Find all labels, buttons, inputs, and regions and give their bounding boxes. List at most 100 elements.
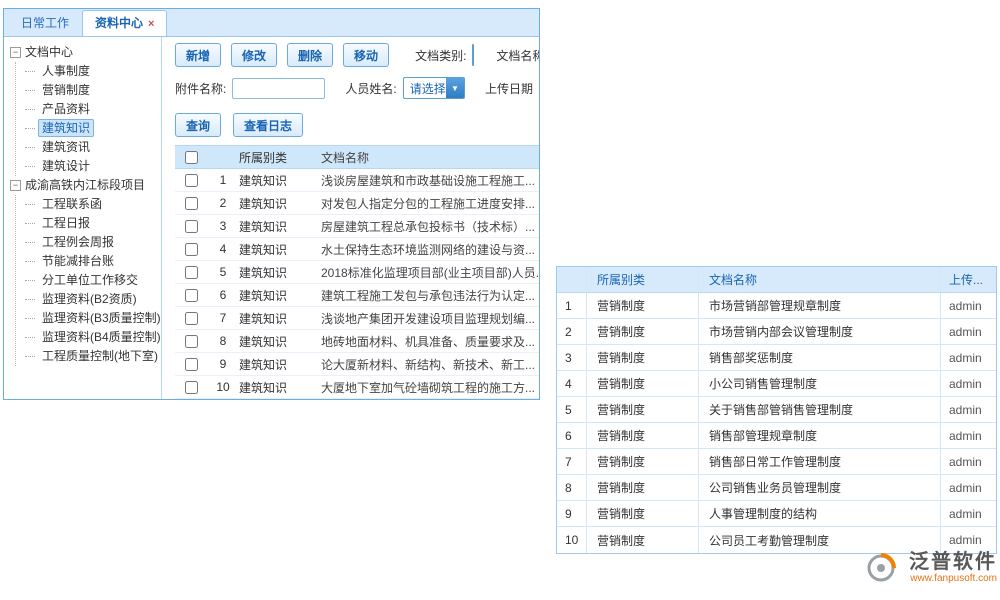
row-uploader: admin [941, 345, 996, 370]
table-row[interactable]: 10 建筑知识 大厦地下室加气砼墙砌筑工程的施工方... [175, 376, 539, 399]
row-checkbox[interactable] [185, 312, 198, 325]
attachment-name-input[interactable] [232, 78, 325, 99]
table-row[interactable]: 2 建筑知识 对发包人指定分包的工程施工进度安排... [175, 192, 539, 215]
row-doc-name[interactable]: 2018标准化监理项目部(业主项目部)人员... [321, 264, 539, 281]
row-doc-name[interactable]: 公司员工考勤管理制度 [699, 527, 941, 553]
fanpu-logo-texts: 泛普软件 www.fanpusoft.com [902, 551, 997, 585]
table-row[interactable]: 10 营销制度 公司员工考勤管理制度 admin [557, 527, 996, 553]
select-all-checkbox[interactable] [185, 151, 198, 164]
tree-root-document-center[interactable]: − 文档中心 [10, 43, 161, 62]
row-index: 2 [207, 196, 239, 210]
collapse-icon[interactable]: − [10, 180, 21, 191]
row-doc-name[interactable]: 小公司销售管理制度 [699, 371, 941, 396]
sidebar-item-building-knowledge[interactable]: 建筑知识 [16, 119, 161, 138]
tab-daily-work[interactable]: 日常工作 [8, 10, 82, 36]
table-row[interactable]: 7 建筑知识 浅谈地产集团开发建设项目监理规划编... [175, 307, 539, 330]
sidebar-item-product-data[interactable]: 产品资料 [16, 100, 161, 119]
row-category: 营销制度 [587, 449, 699, 474]
row-checkbox-cell [175, 242, 207, 256]
edit-button[interactable]: 修改 [231, 43, 277, 67]
row-checkbox[interactable] [185, 174, 198, 187]
row-doc-name[interactable]: 销售部日常工作管理制度 [699, 449, 941, 474]
search-button[interactable]: 查询 [175, 113, 221, 137]
table-row[interactable]: 1 建筑知识 浅谈房屋建筑和市政基础设施工程施工... [175, 169, 539, 192]
table-row[interactable]: 1 营销制度 市场营销部管理规章制度 admin [557, 293, 996, 319]
table-row[interactable]: 6 营销制度 销售部管理规章制度 admin [557, 423, 996, 449]
doc-name-label: 文档名称: [496, 47, 539, 64]
row-doc-name[interactable]: 市场营销部管理规章制度 [699, 293, 941, 318]
sidebar-item-building-design[interactable]: 建筑设计 [16, 157, 161, 176]
add-button[interactable]: 新增 [175, 43, 221, 67]
table-row[interactable]: 9 建筑知识 论大厦新材料、新结构、新技术、新工... [175, 353, 539, 376]
person-name-select[interactable]: 请选择 ▼ [403, 77, 465, 99]
row-index: 4 [207, 242, 239, 256]
row-doc-name[interactable]: 浅谈房屋建筑和市政基础设施工程施工... [321, 172, 539, 189]
tree-root-railway-project[interactable]: − 成渝高铁内江标段项目 [10, 176, 161, 195]
sidebar-item-contact-letter[interactable]: 工程联系函 [16, 195, 161, 214]
row-doc-name[interactable]: 大厦地下室加气砼墙砌筑工程的施工方... [321, 379, 539, 396]
sidebar-item-energy-ledger[interactable]: 节能减排台账 [16, 252, 161, 271]
table-row[interactable]: 5 营销制度 关于销售部管销售管理制度 admin [557, 397, 996, 423]
row-checkbox[interactable] [185, 358, 198, 371]
table-row[interactable]: 2 营销制度 市场营销内部会议管理制度 admin [557, 319, 996, 345]
row-doc-name[interactable]: 论大厦新材料、新结构、新技术、新工... [321, 356, 539, 373]
table-row[interactable]: 5 建筑知识 2018标准化监理项目部(业主项目部)人员... [175, 261, 539, 284]
row-doc-name[interactable]: 销售部奖惩制度 [699, 345, 941, 370]
row-checkbox[interactable] [185, 266, 198, 279]
row-index: 4 [557, 371, 587, 396]
table-row[interactable]: 7 营销制度 销售部日常工作管理制度 admin [557, 449, 996, 475]
delete-button[interactable]: 删除 [287, 43, 333, 67]
row-doc-name[interactable]: 关于销售部管销售管理制度 [699, 397, 941, 422]
documents-table-header: 所属别类 文档名称 [175, 145, 539, 169]
sidebar-item-marketing-policy[interactable]: 营销制度 [16, 81, 161, 100]
marketing-documents-table: 所属别类 文档名称 上传... 1 营销制度 市场营销部管理规章制度 admin… [556, 266, 997, 554]
table-row[interactable]: 8 营销制度 公司销售业务员管理制度 admin [557, 475, 996, 501]
row-category: 建筑知识 [239, 356, 321, 373]
row-checkbox[interactable] [185, 289, 198, 302]
row-doc-name[interactable]: 建筑工程施工发包与承包违法行为认定... [321, 287, 539, 304]
table-row[interactable]: 3 营销制度 销售部奖惩制度 admin [557, 345, 996, 371]
table-row[interactable]: 9 营销制度 人事管理制度的结构 admin [557, 501, 996, 527]
row-doc-name[interactable]: 市场营销内部会议管理制度 [699, 319, 941, 344]
table-row[interactable]: 6 建筑知识 建筑工程施工发包与承包违法行为认定... [175, 284, 539, 307]
row-checkbox[interactable] [185, 220, 198, 233]
sidebar-item-hr-policy[interactable]: 人事制度 [16, 62, 161, 81]
row-doc-name[interactable]: 地砖地面材料、机具准备、质量要求及... [321, 333, 539, 350]
table-row[interactable]: 4 营销制度 小公司销售管理制度 admin [557, 371, 996, 397]
table-row[interactable]: 3 建筑知识 房屋建筑工程总承包投标书（技术标）... [175, 215, 539, 238]
collapse-icon[interactable]: − [10, 47, 21, 58]
sidebar-item-supervision-b2[interactable]: 监理资料(B2资质) [16, 290, 161, 309]
sidebar-item-work-transfer[interactable]: 分工单位工作移交 [16, 271, 161, 290]
row-index: 6 [207, 288, 239, 302]
sidebar-item-supervision-b3[interactable]: 监理资料(B3质量控制) [16, 309, 161, 328]
row-doc-name[interactable]: 人事管理制度的结构 [699, 501, 941, 526]
table-row[interactable]: 4 建筑知识 水土保持生态环境监测网络的建设与资... [175, 238, 539, 261]
row-doc-name[interactable]: 浅谈地产集团开发建设项目监理规划编... [321, 310, 539, 327]
row-checkbox[interactable] [185, 243, 198, 256]
view-log-button[interactable]: 查看日志 [233, 113, 303, 137]
tab-close-icon[interactable]: × [148, 18, 154, 30]
sidebar-item-building-news[interactable]: 建筑资讯 [16, 138, 161, 157]
move-button[interactable]: 移动 [343, 43, 389, 67]
sidebar-item-daily-report[interactable]: 工程日报 [16, 214, 161, 233]
chevron-down-icon: ▼ [446, 78, 464, 98]
tab-data-center[interactable]: 资料中心× [82, 10, 167, 36]
sidebar-item-supervision-b4[interactable]: 监理资料(B4质量控制) [16, 328, 161, 347]
table-row[interactable]: 8 建筑知识 地砖地面材料、机具准备、质量要求及... [175, 330, 539, 353]
row-doc-name[interactable]: 销售部管理规章制度 [699, 423, 941, 448]
row-category: 建筑知识 [239, 310, 321, 327]
row-doc-name[interactable]: 公司销售业务员管理制度 [699, 475, 941, 500]
row-doc-name[interactable]: 水土保持生态环境监测网络的建设与资... [321, 241, 539, 258]
sidebar-item-weekly-meeting[interactable]: 工程例会周报 [16, 233, 161, 252]
doc-category-select[interactable]: 请选择 ▼ [472, 44, 474, 66]
row-index: 10 [557, 527, 587, 553]
tree-item-label: 工程日报 [38, 214, 94, 232]
row-checkbox[interactable] [185, 381, 198, 394]
sidebar-item-quality-basement[interactable]: 工程质量控制(地下室) [16, 347, 161, 366]
row-checkbox[interactable] [185, 335, 198, 348]
row-category: 营销制度 [587, 475, 699, 500]
row-checkbox[interactable] [185, 197, 198, 210]
row-category: 建筑知识 [239, 195, 321, 212]
row-doc-name[interactable]: 对发包人指定分包的工程施工进度安排... [321, 195, 539, 212]
row-doc-name[interactable]: 房屋建筑工程总承包投标书（技术标）... [321, 218, 539, 235]
